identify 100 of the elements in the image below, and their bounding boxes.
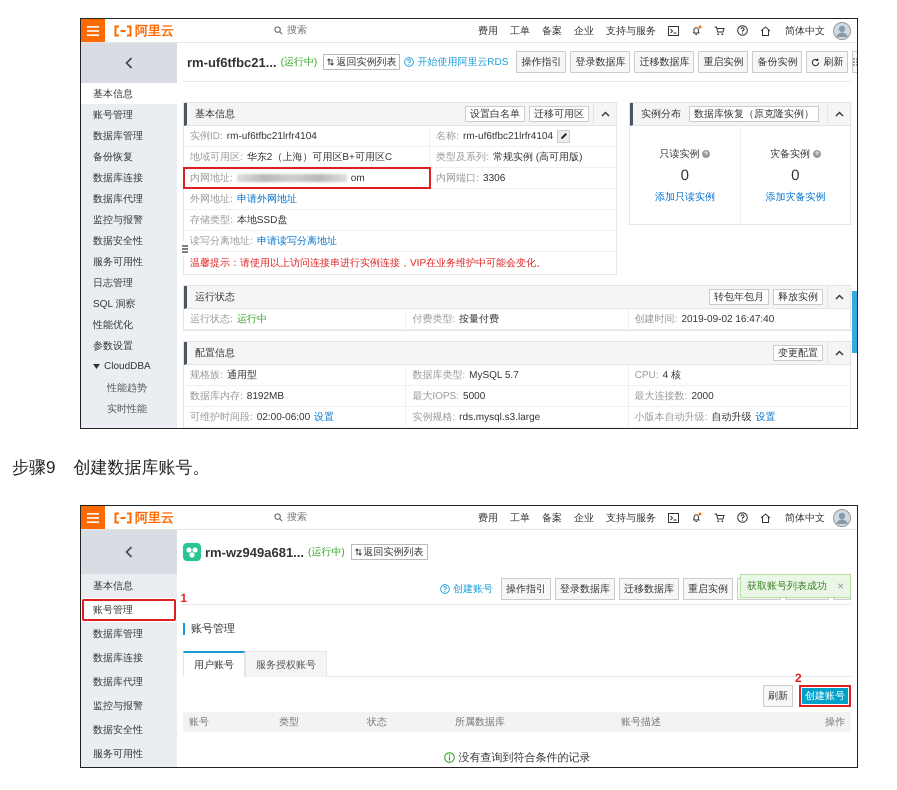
refresh-button[interactable]: 刷新 — [763, 685, 793, 707]
menu-button[interactable] — [81, 506, 105, 529]
sidebar-item[interactable]: 参数设置 — [81, 335, 177, 356]
field-value: 常规实例 (高可用版) — [493, 150, 582, 164]
link[interactable]: 设置 — [314, 410, 334, 424]
sidebar-item[interactable]: CloudDBA — [81, 356, 177, 377]
search-field[interactable]: 搜索 — [287, 512, 357, 523]
field-label: CPU: — [634, 370, 659, 380]
toolbar-button[interactable]: 迁移数据库 — [619, 578, 679, 600]
nav-link[interactable]: 企业 — [574, 24, 594, 38]
bell-icon[interactable] — [691, 512, 702, 523]
toolbar-button[interactable]: 登录数据库 — [570, 51, 630, 73]
back-to-list-button[interactable]: 返回实例列表 — [350, 544, 428, 560]
sidebar-item[interactable]: 账号管理 — [81, 598, 177, 622]
nav-link[interactable]: 备案 — [542, 24, 562, 38]
avatar[interactable] — [833, 22, 851, 40]
nav-link[interactable]: 费用 — [478, 510, 498, 524]
cart-icon[interactable] — [714, 512, 725, 522]
sidebar-subitem[interactable]: 性能趋势 — [81, 377, 177, 398]
toolbar-button[interactable]: 备份实例 — [752, 51, 802, 73]
field-label: 类型及系列: — [436, 150, 490, 164]
column-header: 账号描述 — [621, 716, 662, 729]
language-menu[interactable]: 简体中文 — [785, 510, 825, 524]
info-icon — [444, 752, 454, 763]
home-icon[interactable] — [760, 26, 771, 36]
help-icon[interactable] — [737, 512, 748, 523]
panel-button[interactable]: 数据库恢复（原克隆实例） — [689, 106, 819, 122]
sidebar-subitem[interactable]: 实时性能 — [81, 398, 177, 419]
link[interactable]: 申请外网地址 — [236, 192, 297, 206]
link[interactable]: 设置 — [755, 410, 776, 424]
help-icon[interactable] — [737, 25, 748, 36]
edit-button[interactable] — [557, 130, 570, 142]
column-header: 所属数据库 — [455, 716, 506, 729]
sidebar-item[interactable]: 备份恢复 — [81, 146, 177, 167]
back-to-list-button[interactable]: 返回实例列表 — [323, 54, 400, 70]
tab[interactable]: 服务授权账号 — [245, 651, 327, 677]
sidebar-item[interactable]: 性能优化 — [81, 314, 177, 335]
step-label: 步骤9 — [12, 456, 56, 478]
field-value: 5000 — [463, 390, 486, 402]
column-header: 操作 — [825, 716, 845, 729]
sidebar-item[interactable]: SQL 洞察 — [81, 293, 177, 314]
swap-icon — [354, 548, 362, 556]
field-value: 3306 — [483, 172, 506, 184]
toolbar-button[interactable]: 迁移数据库 — [634, 51, 694, 73]
sidebar-item[interactable]: 基本信息 — [81, 83, 177, 104]
toolbar-button[interactable]: 操作指引 — [501, 578, 551, 600]
sidebar-item[interactable]: 监控与报警 — [81, 694, 177, 718]
sidebar-item[interactable]: 数据库管理 — [81, 622, 177, 646]
nav-link[interactable]: 费用 — [478, 24, 498, 38]
sidebar-item[interactable]: 数据安全性 — [81, 230, 177, 251]
sidebar-item[interactable]: 服务可用性 — [81, 251, 177, 272]
menu-button[interactable] — [81, 19, 105, 42]
panel-button[interactable]: 变更配置 — [773, 345, 823, 361]
sidebar-item[interactable]: 账号管理 — [81, 104, 177, 125]
field-label: 存储类型: — [190, 214, 233, 227]
toolbar-button[interactable]: 重启实例 — [698, 51, 748, 73]
sidebar-item[interactable]: 数据库代理 — [81, 670, 177, 694]
language-menu[interactable]: 简体中文 — [785, 24, 825, 38]
avatar[interactable] — [833, 508, 851, 526]
field-label: 数据库类型: — [412, 368, 466, 382]
nav-link[interactable]: 工单 — [510, 24, 530, 38]
nav-link[interactable]: 工单 — [510, 510, 530, 524]
menu-icon — [87, 512, 99, 522]
sidebar-item[interactable]: 数据库连接 — [81, 167, 177, 188]
field-value: 自动升级 — [711, 410, 752, 424]
toolbar-button[interactable]: 登录数据库 — [555, 578, 615, 600]
link[interactable]: 申请读写分离地址 — [256, 234, 337, 248]
logo-icon — [113, 512, 133, 524]
link[interactable]: 添加只读实例 — [654, 190, 715, 204]
panel-button[interactable]: 转包年包月 — [709, 289, 769, 305]
nav-link[interactable]: 支持与服务 — [606, 24, 656, 38]
search-field[interactable]: 搜索 — [287, 25, 357, 36]
sidebar-item[interactable]: 监控与报警 — [81, 209, 177, 230]
toolbar-button[interactable]: 重启实例 — [683, 578, 733, 600]
terminal-icon[interactable] — [668, 512, 679, 522]
nav-link[interactable]: 备案 — [542, 510, 562, 524]
chevron-icon — [834, 350, 844, 356]
panel-button[interactable]: 设置白名单 — [465, 106, 525, 122]
instance-name: rm-wz949a681... — [205, 544, 304, 560]
sidebar-item[interactable]: 数据库连接 — [81, 646, 177, 670]
nav-link[interactable]: 支持与服务 — [606, 510, 656, 524]
nav-link[interactable]: 企业 — [574, 510, 594, 524]
refresh-button[interactable]: 刷新 — [806, 51, 848, 73]
sidebar-item[interactable]: 数据库代理 — [81, 188, 177, 209]
bell-icon[interactable] — [691, 25, 702, 36]
panel-button[interactable]: 迁移可用区 — [529, 106, 589, 122]
sidebar-item[interactable]: 数据安全性 — [81, 718, 177, 742]
home-icon[interactable] — [760, 512, 771, 522]
field-label: 运行状态: — [190, 312, 233, 326]
tab[interactable]: 用户账号 — [183, 651, 245, 677]
chevron-icon — [834, 111, 844, 117]
sidebar-item[interactable]: 数据库管理 — [81, 125, 177, 146]
toolbar-button[interactable]: 操作指引 — [516, 51, 566, 73]
terminal-icon[interactable] — [668, 26, 679, 36]
sidebar-item[interactable]: 服务可用性 — [81, 742, 177, 766]
cart-icon[interactable] — [714, 26, 725, 36]
sidebar-item[interactable]: 日志管理 — [81, 272, 177, 293]
sidebar-item[interactable]: 基本信息 — [81, 574, 177, 598]
link[interactable]: 添加灾备实例 — [765, 190, 826, 204]
panel-button[interactable]: 释放实例 — [773, 289, 823, 305]
